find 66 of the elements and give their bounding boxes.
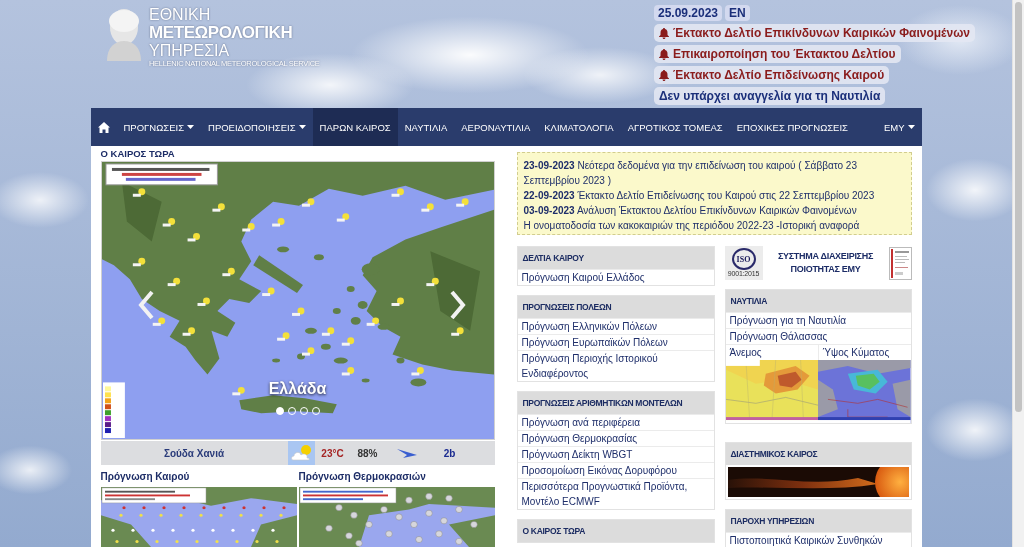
panel-title: ΠΡΟΓΝΩΣΕΙΣ ΠΟΛΕΩΝ (517, 296, 714, 318)
nav-link[interactable]: ΠΑΡΩΝ ΚΑΙΡΟΣ (312, 108, 398, 146)
panel-link[interactable]: Πρόγνωση Θερμοκρασίας (517, 430, 714, 446)
nav-menu[interactable]: ΠΡΟΓΝΩΣΕΙΣ (116, 108, 201, 146)
panel-title: Ο ΚΑΙΡΟΣ ΤΩΡΑ (517, 520, 714, 542)
news-link[interactable]: 03-09-2023 Ανάλυση Έκτακτου Δελτίου Επικίνδυνων Καιρικών Φαινομένων (523, 203, 905, 218)
panel-link[interactable]: Πρόγνωση ανά περιφέρεια (517, 414, 714, 430)
panel-link[interactable]: Πιστοποιητικά Καιρικών Συνθηκών (725, 532, 911, 547)
language-link[interactable]: EN (725, 5, 750, 21)
slide-caption: Ελλάδα (268, 380, 327, 398)
chevron-right-icon[interactable] (449, 290, 466, 320)
news-link[interactable]: 22-09-2023 Έκτακτο Δελτίο Επιδείνωσης του Καιρού στις 22 Σεπτεμβρίου 2023 (523, 188, 905, 203)
temperature-value: 23°C (320, 447, 345, 459)
nav-menu[interactable]: ΠΡΟΕΙΔΟΠΟΙΗΣΕΙΣ (201, 108, 313, 146)
panel-link[interactable]: Πρόγνωση Ευρωπαϊκών Πόλεων (517, 334, 714, 350)
nav-link[interactable]: ΑΕΡΟΝΑΥΤΙΛΙΑ (454, 108, 538, 146)
panel-link[interactable]: Προσομοίωση Εικόνας Δορυφόρου (517, 462, 714, 478)
date-label: 25.09.2023 (654, 5, 723, 21)
nav-link[interactable]: ΑΓΡΟΤΙΚΟΣ ΤΟΜΕΑΣ (620, 108, 730, 146)
nav-link[interactable]: ΕΠΟΧΙΚΕΣ ΠΡΟΓΝΩΣΕΙΣ (729, 108, 855, 146)
station-name: Σούδα Χανιά (162, 447, 226, 459)
chevron-left-icon[interactable] (137, 290, 154, 320)
bell-icon (659, 69, 669, 81)
panel-title: ΠΑΡΟΧΗ ΥΠΗΡΕΣΙΩΝ (725, 510, 911, 532)
scrollbar-thumb[interactable] (1015, 2, 1022, 412)
panel-link[interactable]: Πρόγνωση Θάλασσας (725, 328, 911, 344)
nav-link[interactable]: ΚΛΙΜΑΤΟΛΟΓΙΑ (537, 108, 621, 146)
panel-link[interactable]: Πρόγνωση Καιρού Ελλάδος (517, 269, 714, 285)
sun-photo-placeholder[interactable] (727, 467, 909, 497)
panel-link[interactable]: Περισσότερα Προγνωστικά Προϊόντα, Μοντέλο ECMWF (517, 478, 714, 509)
panel-link[interactable]: Πρόγνωση Ελληνικών Πόλεων (517, 318, 714, 334)
home-icon (97, 121, 110, 133)
logo-text: ΕΘΝΙΚΗ (149, 7, 211, 23)
quality-system-link[interactable]: ΣΥΣΤΗΜΑ ΔΙΑΧΕΙΡΙΣΗΣ ΠΟΙΟΤΗΤΑΣ ΕΜΥ (766, 250, 885, 276)
bell-icon (659, 48, 669, 60)
alert-link[interactable]: Επικαιροποίηση του Έκτακτου Δελτίου (654, 45, 901, 63)
map-link[interactable]: Άνεμος (725, 345, 818, 360)
forecast-title[interactable]: Πρόγνωση Καιρού (100, 470, 190, 483)
announcement-link[interactable]: Δεν υπάρχει αναγγελία για τη Ναυτιλία (654, 87, 886, 105)
nav-link[interactable]: ΝΑΥΤΙΛΙΑ (397, 108, 455, 146)
panel-title: ΔΕΛΤΙΑ ΚΑΙΡΟΥ (517, 247, 714, 269)
certificate-drawing[interactable] (888, 246, 912, 280)
panel-title: ΝΑΥΤΙΛΙΑ (725, 290, 911, 312)
section-title: Ο ΚΑΙΡΟΣ ΤΩΡΑ (100, 148, 175, 160)
bell-icon (659, 27, 669, 39)
caret-icon (907, 125, 915, 129)
news-link[interactable]: 23-09-2023 Νεότερα δεδομένα για την επιδείνωση του καιρού ( Σάββατο 23 Σεπτεμβρίου 2023 ) (523, 158, 905, 188)
alert-link[interactable]: Έκτακτο Δελτίο Επικίνδυνων Καιρικών Φαινομένων (654, 24, 975, 42)
panel-title: ΔΙΑΣΤΗΜΙΚΟΣ ΚΑΙΡΟΣ (725, 443, 911, 465)
wind-arrow-icon (396, 448, 417, 458)
carousel-dot[interactable] (275, 407, 284, 415)
forecast-title[interactable]: Πρόγνωση Θερμοκρασιών (298, 470, 426, 483)
caret-icon (298, 125, 306, 129)
panel-link[interactable]: Πρόγνωση Δείκτη WBGT (517, 446, 714, 462)
humidity-value: 88% (356, 447, 379, 459)
wind-value: 2b (443, 447, 456, 459)
logo-text: ΜΕΤΕΩΡΟΛΟΓΙΚΗ (149, 23, 293, 43)
nav-menu[interactable]: ΕΜΥ (876, 108, 922, 146)
logo-text: ΥΠΗΡΕΣΙΑ (149, 43, 230, 59)
panel-link[interactable]: Πρόγνωση Περιοχής Ιστορικού Ενδιαφέροντος (517, 350, 714, 381)
news-link[interactable]: Η ονοματοδοσία των κακοκαιριών της περιόδου 2022-23 -Ιστορική αναφορά (523, 218, 905, 233)
panel-title: ΠΡΟΓΝΩΣΕΙΣ ΑΡΙΘΜΗΤΙΚΩΝ ΜΟΝΤΕΛΩΝ (517, 392, 714, 414)
caret-icon (187, 125, 194, 129)
panel-link[interactable]: Πρόγνωση για τη Ναυτιλία (725, 312, 911, 328)
scrollbar-track[interactable] (1012, 0, 1024, 547)
alert-link[interactable]: Έκτακτο Δελτίο Επιδείνωσης Καιρού (654, 66, 890, 84)
